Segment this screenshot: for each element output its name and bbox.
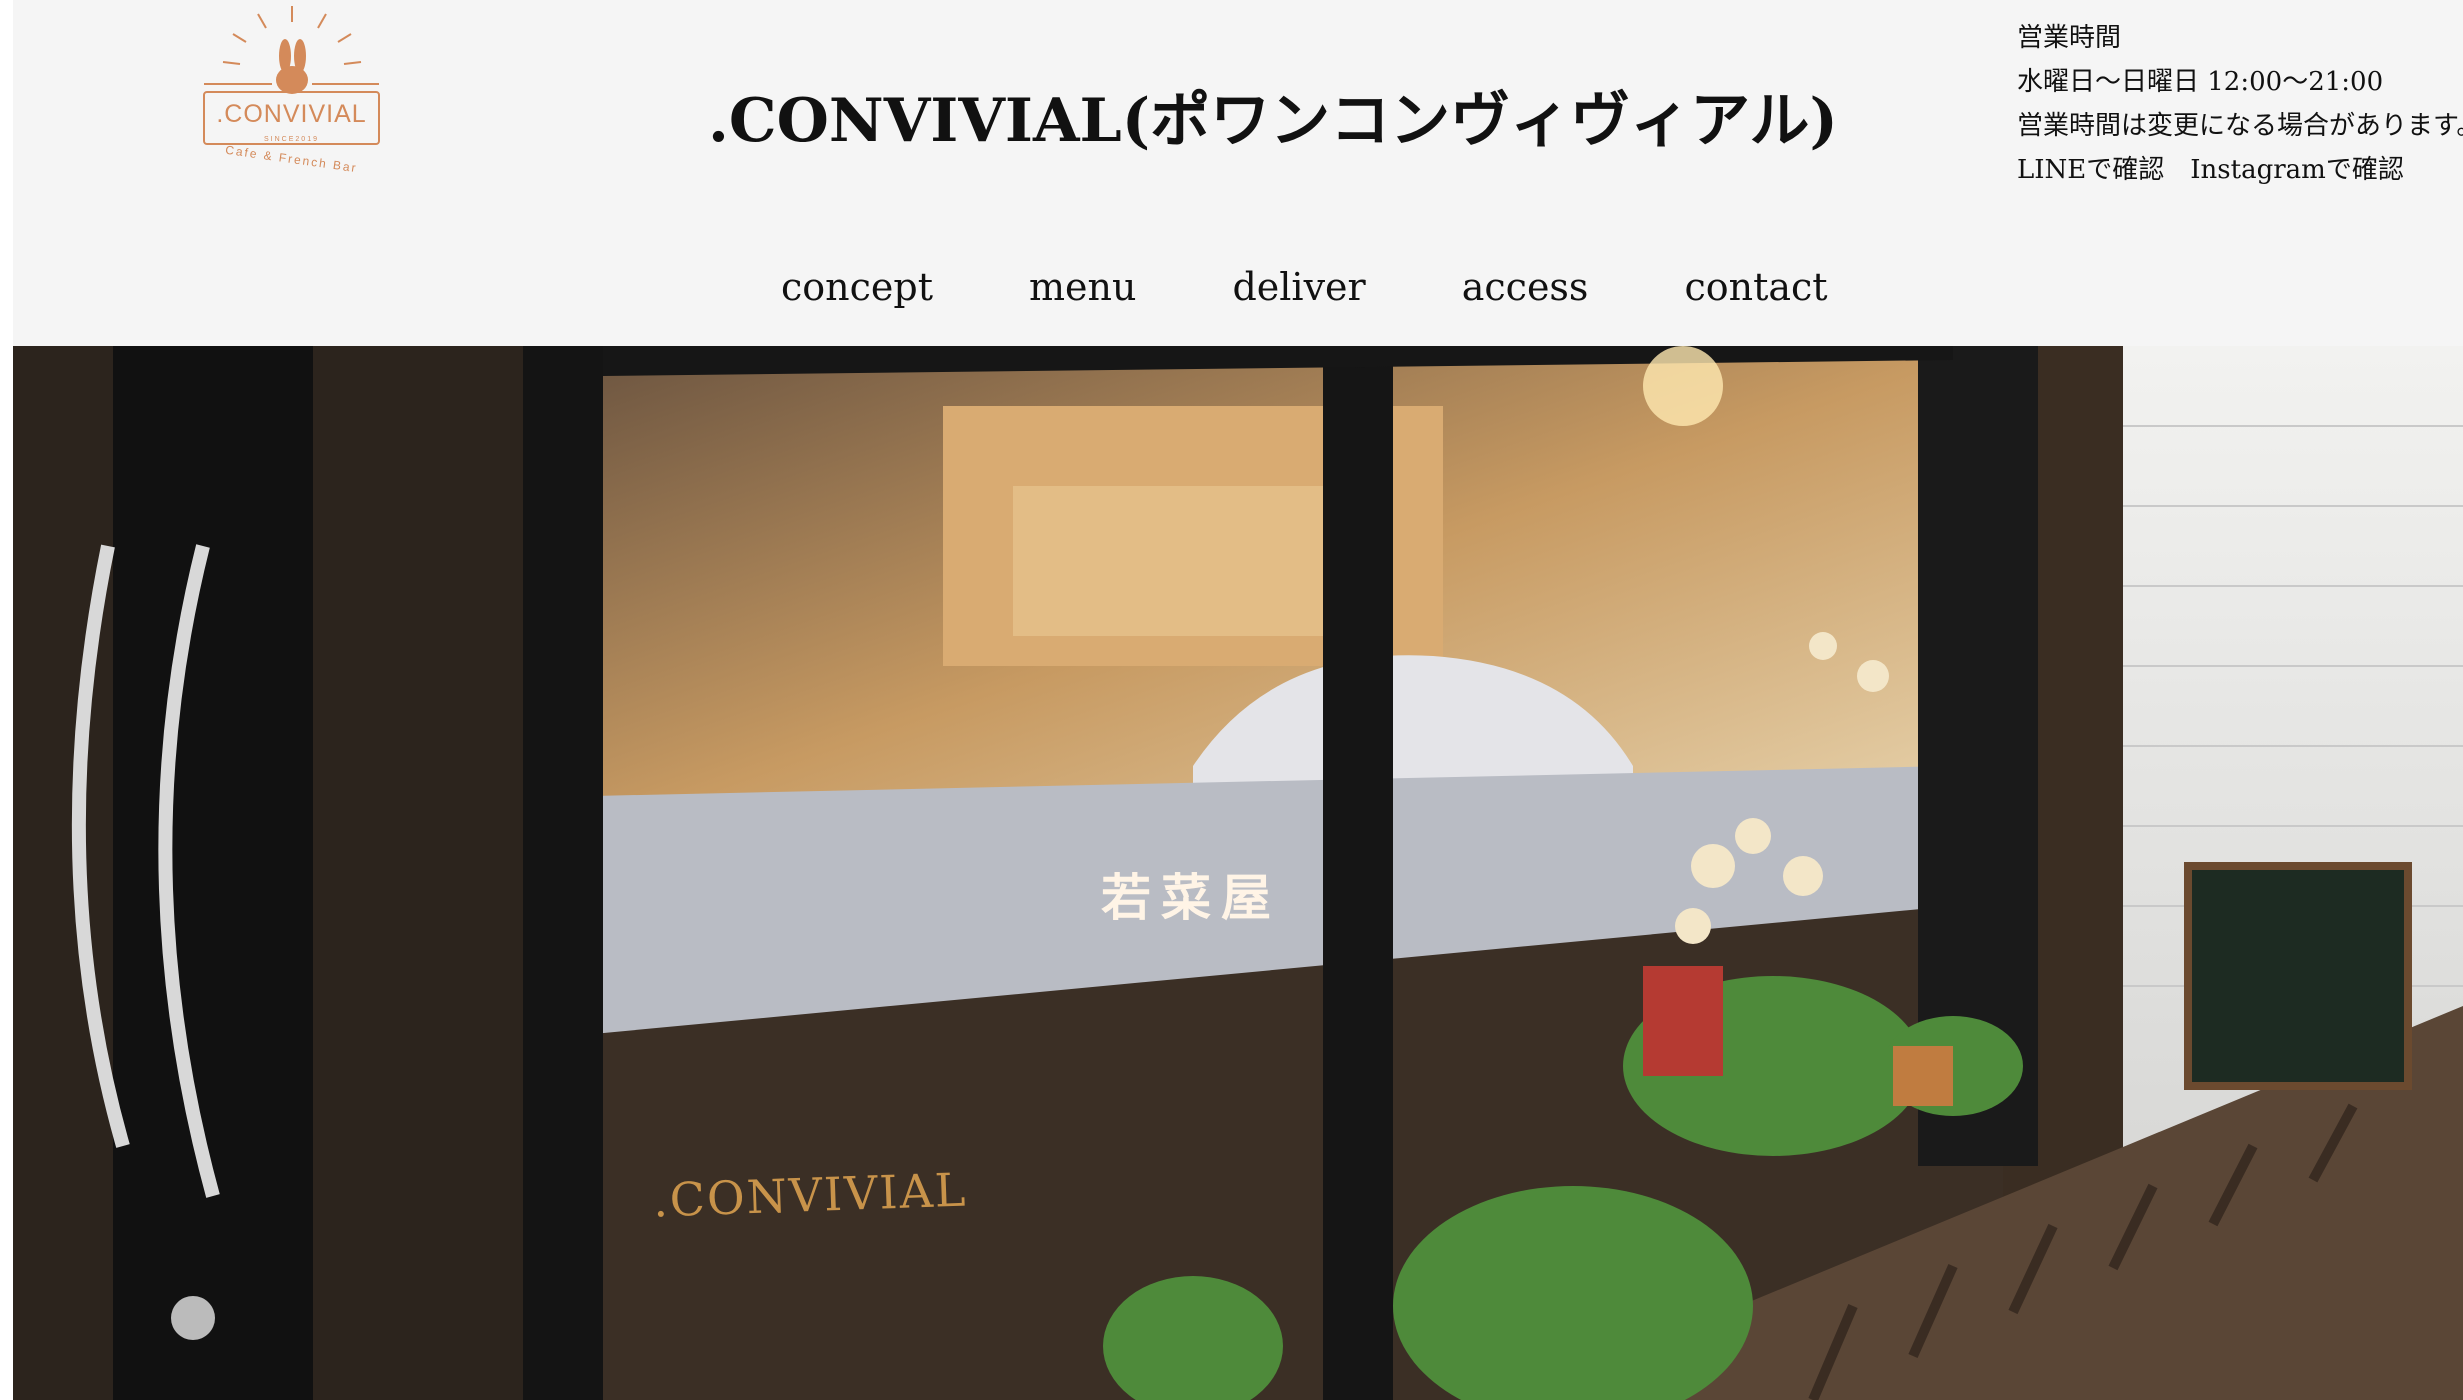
- hero-image: 若菜屋 .CONVIVIAL: [13, 346, 2463, 1400]
- nav-contact[interactable]: contact: [1684, 265, 1827, 309]
- nav-concept[interactable]: concept: [781, 265, 933, 309]
- business-hours: 営業時間 水曜日〜日曜日 12:00〜21:00 営業時間は変更になる場合があり…: [2017, 16, 2463, 192]
- logo-since: SINCE2019: [264, 136, 319, 143]
- window-sign: .CONVIVIAL: [652, 1162, 969, 1228]
- hours-label: 営業時間: [2017, 23, 2122, 53]
- nav-access[interactable]: access: [1462, 265, 1589, 309]
- nav-deliver[interactable]: deliver: [1232, 265, 1365, 309]
- logo-name: .CONVIVIAL: [216, 100, 367, 128]
- line-link[interactable]: LINEで確認: [2017, 155, 2164, 185]
- hours-links: LINEで確認 Instagramで確認: [2017, 148, 2463, 192]
- hours-note: 営業時間は変更になる場合があります。: [2017, 111, 2463, 141]
- page: .CONVIVIAL SINCE2019 Cafe & French Bar .…: [13, 0, 2463, 1400]
- site-title: .CONVIVIAL(ポワンコンヴィヴィアル): [708, 86, 1838, 156]
- hours-days: 水曜日〜日曜日 12:00〜21:00: [2017, 67, 2384, 97]
- reflected-shop-sign: 若菜屋: [1101, 868, 1281, 927]
- instagram-link[interactable]: Instagramで確認: [2190, 155, 2404, 185]
- logo[interactable]: .CONVIVIAL SINCE2019 Cafe & French Bar: [188, 0, 398, 185]
- nav-menu[interactable]: menu: [1029, 265, 1136, 309]
